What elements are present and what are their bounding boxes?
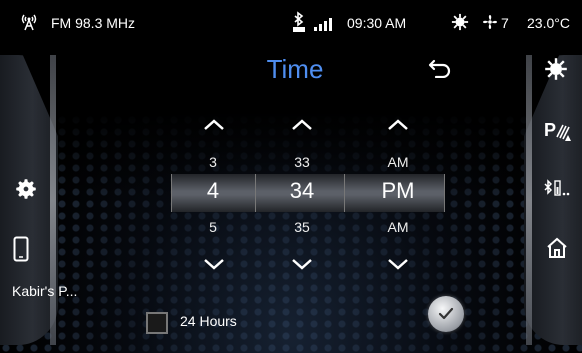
period-selected-value[interactable]: PM [353,178,443,204]
left-panel-edge [50,55,56,345]
hours-prev-value[interactable]: 3 [168,154,258,170]
24-hours-label[interactable]: 24 Hours [180,313,237,329]
24-hours-checkbox[interactable] [146,312,168,334]
hours-next-value[interactable]: 5 [168,219,258,235]
period-down-chevron-icon[interactable] [387,258,409,270]
bluetooth-icon [293,11,305,32]
hours-selected-value[interactable]: 4 [168,178,258,204]
home-icon[interactable] [545,236,569,260]
minutes-up-chevron-icon[interactable] [291,119,313,131]
period-prev-value[interactable]: AM [353,154,443,170]
climate-control-icon[interactable] [544,57,568,81]
parking-sensor-icon[interactable]: P [543,117,573,143]
minutes-prev-value[interactable]: 33 [257,154,347,170]
back-icon[interactable] [428,58,452,78]
period-up-chevron-icon[interactable] [387,119,409,131]
period-next-value[interactable]: AM [353,219,443,235]
svg-text:P: P [544,120,556,140]
hours-up-chevron-icon[interactable] [203,119,225,131]
radio-station[interactable]: FM 98.3 MHz [51,15,135,31]
phone-icon[interactable] [13,236,29,262]
connected-device-name[interactable]: Kabir's P... [12,283,77,299]
climate-icon [451,13,469,31]
checkmark-icon [438,307,454,320]
settings-icon[interactable] [13,176,39,202]
status-bar: FM 98.3 MHz 09:30 AM 7 23.0°C [0,0,582,44]
hours-down-chevron-icon[interactable] [203,258,225,270]
right-panel-edge [526,55,532,345]
radio-signal-icon [21,14,37,31]
fan-icon [483,15,497,29]
minutes-selected-value[interactable]: 34 [257,178,347,204]
temperature: 23.0°C [527,15,570,31]
clock: 09:30 AM [347,15,407,31]
fan-speed: 7 [501,15,509,31]
page-title: Time [266,54,324,84]
minutes-next-value[interactable]: 35 [257,219,347,235]
confirm-button[interactable] [428,296,464,332]
signal-bars-icon [314,18,332,31]
minutes-down-chevron-icon[interactable] [291,258,313,270]
bluetooth-battery-icon[interactable] [543,178,573,200]
